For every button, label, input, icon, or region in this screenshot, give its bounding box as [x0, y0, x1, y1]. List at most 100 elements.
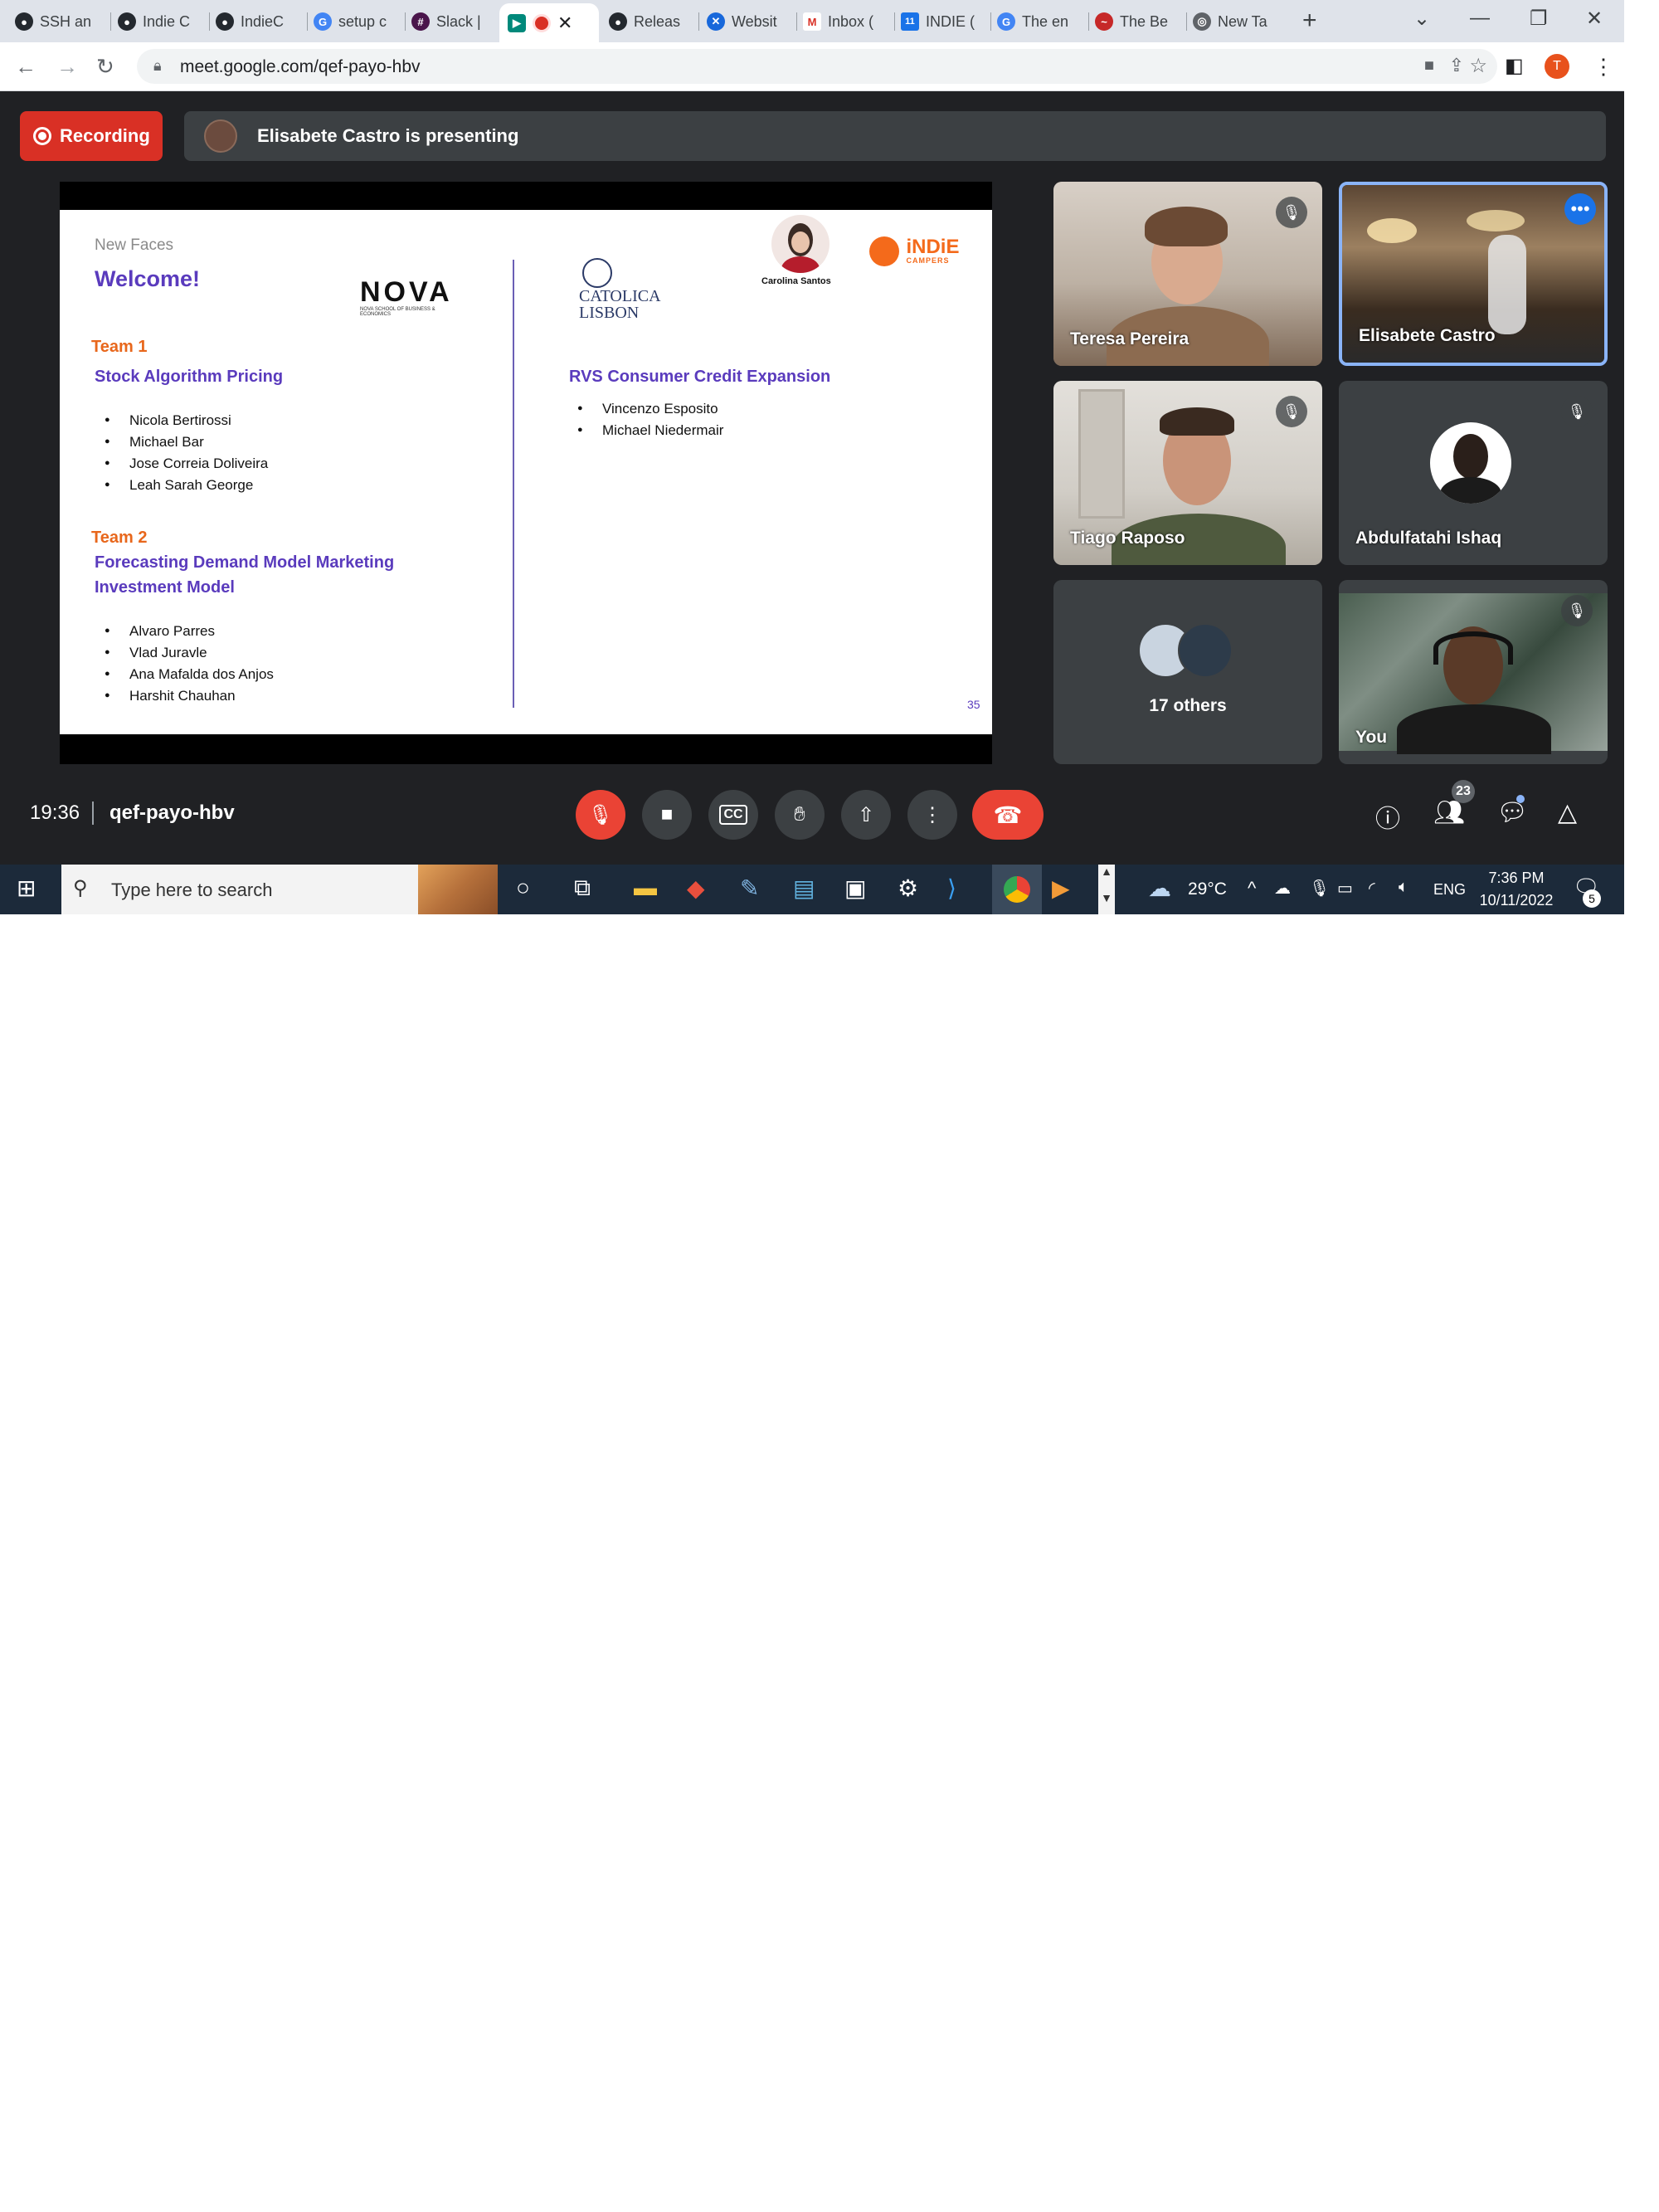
url-text[interactable]: meet.google.com/qef-payo-hbv [180, 57, 421, 77]
calendar-icon: 11 [901, 12, 919, 31]
presenting-banner: Elisabete Castro is presenting [184, 111, 1606, 161]
captions-button[interactable]: CC [708, 790, 758, 840]
presentation-stage[interactable]: New Faces Welcome! NOVA NOVA SCHOOL OF B… [60, 182, 992, 764]
language-indicator[interactable]: ENG [1433, 881, 1466, 899]
tab-label: Indie C [143, 12, 191, 30]
mic-off-button[interactable]: 🎙︎ [576, 790, 625, 840]
omnibox[interactable]: 🔒︎ meet.google.com/qef-payo-hbv ■ ⇪ ☆ [137, 49, 1497, 84]
forward-icon[interactable]: → [56, 54, 78, 80]
clock-time: 7:36 PM [1488, 870, 1545, 886]
tab-new-tab[interactable]: ◎ New Ta [1193, 5, 1277, 38]
tab-label: IndieC [241, 12, 285, 30]
weather-cloud-icon[interactable]: ☁ [1148, 875, 1171, 902]
tab-indie-1[interactable]: ● Indie C [118, 5, 207, 38]
tab-the-en[interactable]: G The en [997, 5, 1082, 38]
new-tab-icon[interactable]: + [1302, 7, 1317, 35]
file-explorer-icon[interactable]: ▬ [634, 875, 657, 901]
indie-logo-icon [869, 236, 899, 266]
participant-tile-you[interactable]: 🎙︎ You [1339, 580, 1608, 764]
recording-button[interactable]: Recording [20, 111, 163, 161]
notification-badge: 5 [1583, 889, 1601, 908]
video-app-icon[interactable]: ▶ [1052, 875, 1070, 902]
settings-gear-icon[interactable]: ⚙ [898, 875, 918, 902]
tab-indie-2[interactable]: ● IndieC [216, 5, 305, 38]
lock-icon[interactable]: 🔒︎ [153, 57, 162, 75]
close-window-icon[interactable]: ✕ [1586, 7, 1603, 31]
tab-label: Websit [732, 12, 777, 30]
git-app-icon[interactable]: ◆ [687, 875, 705, 902]
windows-start-icon[interactable]: ⊞ [17, 875, 36, 902]
back-icon[interactable]: ← [15, 54, 36, 80]
participant-tile-elisabete[interactable]: ••• Elisabete Castro [1339, 182, 1608, 366]
battery-icon[interactable]: ▭ [1337, 878, 1353, 899]
reload-icon[interactable]: ↻ [96, 54, 114, 80]
participant-name: Elisabete Castro [1359, 326, 1496, 345]
meeting-info-icon[interactable]: ⓘ [1375, 798, 1400, 835]
team2-member: Alvaro Parres [105, 623, 215, 640]
notepad-app-icon[interactable]: ▤ [793, 875, 815, 902]
red-logo-icon: ~ [1095, 12, 1113, 31]
restore-icon[interactable]: ❐ [1530, 7, 1548, 31]
close-tab-icon[interactable]: ✕ [557, 12, 572, 34]
tab-website[interactable]: ✕ Websit [707, 5, 791, 38]
bookmark-star-icon[interactable]: ☆ [1469, 54, 1487, 78]
camera-button[interactable]: ■ [642, 790, 692, 840]
weather-temp[interactable]: 29°C [1188, 879, 1227, 899]
vscode-icon[interactable]: ⟩ [947, 875, 956, 902]
windows-taskbar: ⊞ ⚲ Type here to search ○ ⧉ ▬ ◆ ✎ ▤ ▣ ⚙ … [0, 865, 1624, 914]
participant-tile-teresa[interactable]: 🎙︎ Teresa Pereira [1053, 182, 1322, 366]
chrome-taskbar-active[interactable] [992, 865, 1042, 914]
paint-app-icon[interactable]: ✎ [740, 875, 759, 902]
catolica-seal-icon [582, 258, 612, 288]
chrome-icon: ◎ [1193, 12, 1211, 31]
task-view-icon[interactable]: ⧉ [574, 875, 591, 902]
headphones-icon [1433, 631, 1513, 665]
participant-tile-others[interactable]: 17 others [1053, 580, 1322, 764]
terminal-app-icon[interactable]: ▣ [844, 875, 866, 902]
clock[interactable]: 7:36 PM 10/11/2022 [1473, 870, 1559, 909]
more-options-button[interactable]: ⋮ [907, 790, 957, 840]
tab-slack[interactable]: # Slack | [411, 5, 491, 38]
chat-icon[interactable]: 💬︎ [1496, 798, 1528, 827]
share-icon[interactable]: ⇪ [1449, 55, 1464, 76]
tab-label: Inbox ( [828, 12, 874, 30]
activities-icon[interactable]: △ [1558, 798, 1577, 827]
tab-label: The en [1022, 12, 1069, 30]
cortana-icon[interactable]: ○ [516, 875, 530, 901]
tab-calendar[interactable]: 11 INDIE ( [901, 5, 985, 38]
present-button[interactable]: ⇧ [841, 790, 891, 840]
profile-avatar[interactable]: T [1545, 54, 1569, 79]
chat-unread-dot [1516, 795, 1525, 803]
leave-call-button[interactable]: ☎︎ [972, 790, 1044, 840]
camera-in-use-icon[interactable]: ■ [1424, 56, 1434, 76]
taskbar-scroll[interactable]: ▲ ▼ [1098, 865, 1115, 914]
participant-name: Tiago Raposo [1070, 529, 1185, 548]
raise-hand-button[interactable]: ✋︎ [775, 790, 825, 840]
minimize-icon[interactable]: — [1470, 7, 1490, 30]
participant-tile-tiago[interactable]: 🎙︎ Tiago Raposo [1053, 381, 1322, 565]
tab-inbox[interactable]: M Inbox ( [803, 5, 888, 38]
others-avatar-2 [1178, 623, 1233, 678]
team1-member: Jose Correia Doliveira [105, 456, 268, 472]
tab-meet-active[interactable]: ▶ ✕ [499, 3, 599, 42]
more-options-icon[interactable]: ••• [1564, 193, 1596, 225]
tab-the-be[interactable]: ~ The Be [1095, 5, 1180, 38]
tray-chevron-icon[interactable]: ^ [1248, 878, 1256, 899]
nova-logo: NOVA NOVA SCHOOL OF BUSINESS & ECONOMICS [360, 276, 453, 317]
microphone-tray-icon[interactable]: 🎙︎ [1309, 878, 1330, 899]
tab-label: New Ta [1218, 12, 1267, 30]
team1-member: Michael Bar [105, 434, 204, 451]
tab-releases[interactable]: ● Releas [609, 5, 693, 38]
browser-menu-icon[interactable]: ⋮ [1593, 54, 1614, 80]
tab-ssh[interactable]: ● SSH an [15, 5, 105, 38]
team2-member: Ana Mafalda dos Anjos [105, 666, 274, 683]
onedrive-icon[interactable]: ☁ [1274, 878, 1291, 899]
side-panel-icon[interactable]: ◧ [1505, 54, 1524, 78]
volume-icon[interactable]: 🔈︎ [1399, 878, 1408, 897]
tab-search-chevron-icon[interactable]: ⌄ [1413, 7, 1430, 31]
taskbar-search[interactable]: ⚲ Type here to search [61, 865, 498, 914]
tab-setup[interactable]: G setup c [314, 5, 403, 38]
tab-label: Releas [634, 12, 681, 30]
wifi-icon[interactable]: ◜ [1369, 878, 1375, 899]
participant-tile-abdulfatahi[interactable]: 🎙︎ Abdulfatahi Ishaq [1339, 381, 1608, 565]
